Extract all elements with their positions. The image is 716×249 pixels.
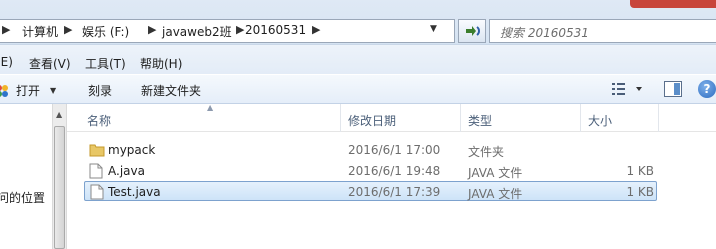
file-icon [90,184,104,200]
address-bar-row: ▶ 计算机 ▶ 娱乐 (F:) ▶ javaweb2班 ▶ 20160531 ▶… [0,0,716,44]
menu-help[interactable]: 帮助(H) [140,55,182,72]
search-input[interactable]: 搜索 20160531 [489,19,716,43]
nav-scrollbar[interactable]: ▲ [52,104,67,249]
scroll-up-icon[interactable]: ▲ [56,110,62,119]
scrollbar-thumb[interactable] [54,126,65,249]
file-modified: 2016/6/1 19:48 [348,164,441,178]
command-bar: 打开 ▼ 刻录 新建文件夹 ? [0,74,716,104]
file-type: JAVA 文件 [468,187,523,201]
column-header-type[interactable]: 类型 [468,112,492,129]
preview-pane-button[interactable] [664,81,682,97]
file-type: 文件夹 [468,145,505,159]
help-icon[interactable]: ? [698,80,716,98]
column-divider[interactable] [580,104,581,132]
file-size: 1 KB [626,185,654,199]
breadcrumb-separator-icon[interactable]: ▶ [236,23,244,36]
menu-edit[interactable]: (E) [0,55,13,69]
breadcrumb-separator-icon[interactable]: ▶ [2,23,10,36]
file-name: Test.java [108,185,161,199]
new-folder-button[interactable]: 新建文件夹 [141,82,201,99]
search-placeholder: 搜索 20160531 [500,26,589,40]
file-name: mypack [108,143,156,157]
menu-view[interactable]: 查看(V) [29,55,71,72]
file-modified: 2016/6/1 17:00 [348,143,441,157]
nav-item-recent-places[interactable]: 问的位置 [0,189,45,206]
menu-tools[interactable]: 工具(T) [85,55,126,72]
column-divider[interactable] [340,104,341,132]
column-header-name[interactable]: 名称 [87,112,111,129]
folder-icon [89,144,105,157]
column-header-size[interactable]: 大小 [588,112,612,129]
file-name: A.java [108,164,145,178]
breadcrumb-separator-icon[interactable]: ▶ [312,23,320,36]
address-history-dropdown-icon[interactable]: ▼ [430,24,437,34]
breadcrumb-separator-icon[interactable]: ▶ [64,23,72,36]
column-headers: ▲ 名称 修改日期 类型 大小 [67,103,716,132]
breadcrumb-folder-current[interactable]: 20160531 [245,23,306,37]
open-dropdown-icon[interactable]: ▼ [50,86,56,95]
file-modified: 2016/6/1 17:39 [348,185,441,199]
change-view-button[interactable] [612,82,642,99]
column-divider[interactable] [460,104,461,132]
refresh-icon [466,26,480,36]
breadcrumb-folder-javaweb[interactable]: javaweb2班 [162,23,232,40]
file-type: JAVA 文件 [468,166,523,180]
column-divider[interactable] [658,104,659,132]
file-size: 1 KB [626,164,654,178]
window-close-button[interactable] [630,0,716,8]
open-label: 打开 [16,84,41,98]
file-row-a-java[interactable]: A.java 2016/6/1 19:48 JAVA 文件 1 KB [84,161,657,181]
column-header-modified[interactable]: 修改日期 [348,112,396,129]
file-row-test-java[interactable]: Test.java 2016/6/1 17:39 JAVA 文件 1 KB [84,181,657,201]
breadcrumb-drive[interactable]: 娱乐 (F:) [82,23,129,40]
burn-button[interactable]: 刻录 [88,82,112,99]
open-with-icon [0,85,8,97]
view-list-icon [612,83,642,95]
file-row-mypack[interactable]: mypack 2016/6/1 17:00 文件夹 [84,140,657,160]
menu-bar: (E) 查看(V) 工具(T) 帮助(H) [0,44,716,74]
refresh-button[interactable] [458,19,486,43]
breadcrumb-computer[interactable]: 计算机 [22,23,58,40]
sort-ascending-icon: ▲ [207,103,214,112]
navigation-pane: 问的位置 [0,104,52,249]
breadcrumb-separator-icon[interactable]: ▶ [148,23,156,36]
breadcrumb[interactable]: ▶ 计算机 ▶ 娱乐 (F:) ▶ javaweb2班 ▶ 20160531 ▶… [0,19,455,43]
file-icon [89,163,103,179]
